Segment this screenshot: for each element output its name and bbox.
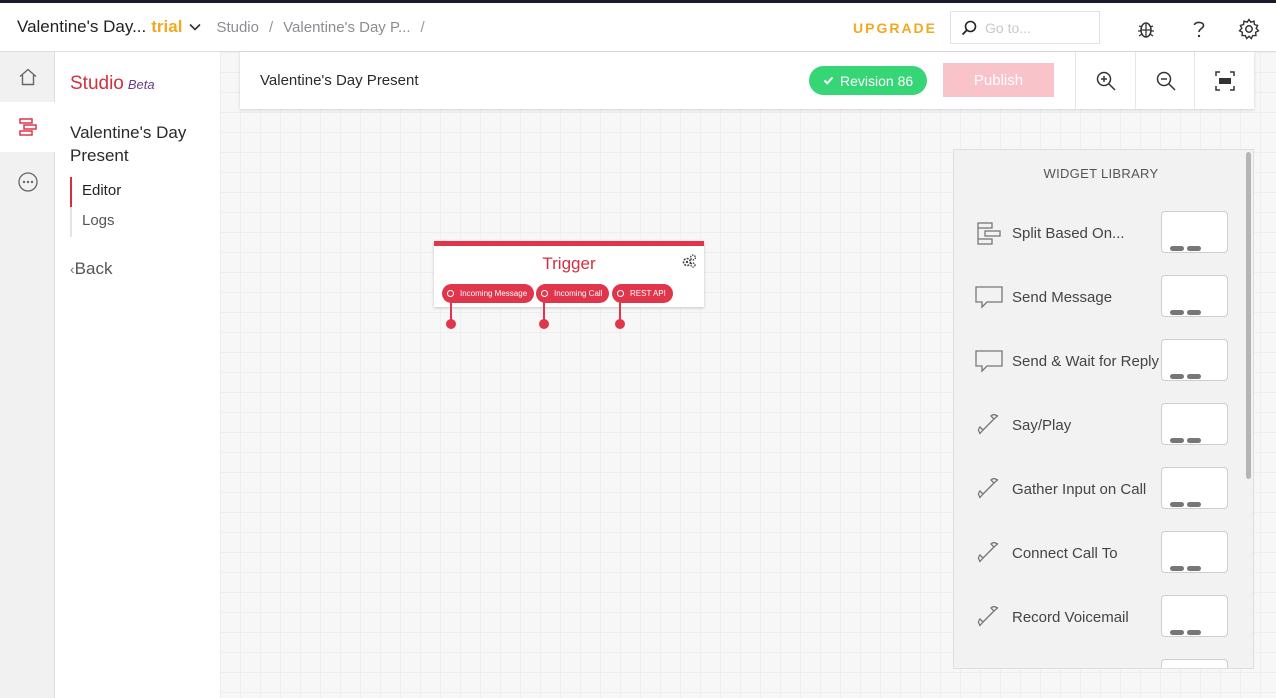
phone-icon	[974, 409, 1004, 441]
debugger-button[interactable]	[1135, 18, 1157, 40]
connector-handle[interactable]	[539, 319, 549, 329]
widget-say-play[interactable]: Say/Play	[954, 403, 1248, 469]
more-button[interactable]	[0, 157, 55, 207]
chevron-down-icon	[189, 23, 202, 31]
toolbar-flow-name: Valentine's Day Present	[260, 72, 419, 89]
account-name: Valentine's Day...	[17, 17, 147, 36]
top-bar: Valentine's Day... trial Studio / Valent…	[0, 0, 1276, 52]
transition-ring-icon	[617, 290, 624, 297]
message-reply-icon	[974, 345, 1004, 377]
studio-nav-button[interactable]	[0, 102, 55, 152]
zoom-out-button[interactable]	[1135, 52, 1195, 109]
widget-label: Connect Call To	[1012, 545, 1118, 562]
search-icon	[961, 20, 977, 35]
transition-label: REST API	[630, 289, 666, 298]
breadcrumb-separator: /	[268, 18, 274, 36]
widget-library: WIDGET LIBRARY Split Based On... Send Me…	[953, 149, 1254, 669]
widget-label: Gather Input on Call	[1012, 481, 1147, 498]
back-link[interactable]: ‹Back	[70, 259, 112, 279]
gears-icon[interactable]	[681, 253, 697, 269]
breadcrumb: Studio / Valentine's Day P... /	[216, 19, 434, 36]
connector-handle[interactable]	[446, 319, 456, 329]
gear-icon	[1238, 18, 1260, 40]
widget-preview	[1161, 275, 1228, 317]
transition-incoming-call[interactable]: Incoming Call	[536, 284, 610, 303]
flow-name: Valentine's Day Present	[70, 123, 187, 165]
widget-preview	[1161, 403, 1228, 445]
widget-label: Split Based On...	[1012, 225, 1125, 242]
split-icon	[974, 217, 1004, 249]
widget-preview	[1161, 531, 1228, 573]
fit-view-button[interactable]	[1194, 52, 1254, 109]
transition-label: Incoming Call	[554, 289, 603, 298]
connector-handle[interactable]	[615, 319, 625, 329]
more-dots-icon	[17, 172, 38, 192]
widget-send-wait-reply[interactable]: Send & Wait for Reply	[954, 339, 1248, 405]
widget-preview	[1161, 211, 1228, 253]
home-icon	[19, 68, 36, 86]
widget-preview	[1161, 659, 1228, 668]
phone-icon	[974, 601, 1004, 633]
zoom-in-button[interactable]	[1075, 52, 1135, 109]
back-label: Back	[74, 259, 113, 278]
widget-partial-next[interactable]	[954, 659, 1248, 668]
account-switcher[interactable]: Valentine's Day... trial	[0, 17, 202, 37]
revision-label: Revision 86	[840, 72, 914, 89]
studio-sidebar: Studio Beta Valentine's Day Present Edito…	[55, 52, 220, 698]
settings-button[interactable]	[1238, 18, 1260, 40]
breadcrumb-studio[interactable]: Studio	[216, 19, 259, 36]
widget-label: Send Message	[1012, 289, 1113, 306]
phone-icon	[974, 537, 1004, 569]
nav-editor[interactable]: Editor	[70, 177, 121, 207]
check-icon	[823, 76, 834, 85]
breadcrumb-flow[interactable]: Valentine's Day P...	[283, 19, 410, 36]
product-title: Studio Beta	[70, 73, 155, 95]
connector-line	[450, 298, 452, 320]
search-box[interactable]	[950, 11, 1100, 44]
flow-toolbar: Valentine's Day Present Revision 86 Publ…	[240, 52, 1254, 109]
help-button[interactable]	[1188, 18, 1210, 40]
widget-split-based-on[interactable]: Split Based On...	[954, 211, 1248, 277]
icon-rail	[0, 52, 55, 698]
widget-label: Say/Play	[1012, 417, 1072, 434]
widget-send-message[interactable]: Send Message	[954, 275, 1248, 341]
widget-connect-call[interactable]: Connect Call To	[954, 531, 1248, 597]
breadcrumb-separator: /	[420, 18, 425, 36]
revision-badge[interactable]: Revision 86	[809, 66, 928, 95]
message-icon	[974, 281, 1004, 313]
search-input[interactable]	[985, 19, 1095, 36]
connector-line	[543, 298, 545, 320]
zoom-in-icon	[1096, 71, 1116, 91]
transition-ring-icon	[447, 290, 454, 297]
trigger-title: Trigger	[542, 254, 596, 273]
widget-preview	[1161, 595, 1228, 637]
question-icon	[1193, 21, 1205, 38]
fit-screen-icon	[1214, 70, 1235, 91]
phone-icon	[974, 473, 1004, 505]
widget-label: Record Voicemail	[1012, 609, 1129, 626]
widget-record-voicemail[interactable]: Record Voicemail	[954, 595, 1248, 661]
zoom-out-icon	[1156, 71, 1176, 91]
home-button[interactable]	[0, 52, 55, 102]
widget-library-title: WIDGET LIBRARY	[1043, 166, 1159, 181]
widget-preview	[1161, 339, 1228, 381]
widget-gather-input[interactable]: Gather Input on Call	[954, 467, 1248, 533]
upgrade-link[interactable]: UPGRADE	[853, 20, 937, 36]
flow-subnav: Editor Logs	[70, 177, 121, 237]
publish-button[interactable]: Publish	[943, 63, 1054, 97]
transition-incoming-message[interactable]: Incoming Message	[442, 284, 535, 303]
widget-preview	[1161, 467, 1228, 509]
bug-icon	[1138, 22, 1154, 38]
transition-rest-api[interactable]: REST API	[612, 284, 673, 303]
beta-badge: Beta	[127, 77, 155, 92]
studio-flow-icon	[18, 118, 37, 136]
nav-logs[interactable]: Logs	[70, 207, 121, 237]
transition-ring-icon	[541, 290, 548, 297]
connector-line	[619, 298, 621, 320]
product-name: Studio	[70, 73, 124, 94]
transition-label: Incoming Message	[460, 289, 528, 298]
trial-badge: trial	[151, 17, 183, 36]
trigger-widget[interactable]: Trigger Incoming Message Incoming Call R…	[434, 241, 704, 307]
widget-label: Send & Wait for Reply	[1012, 353, 1160, 370]
